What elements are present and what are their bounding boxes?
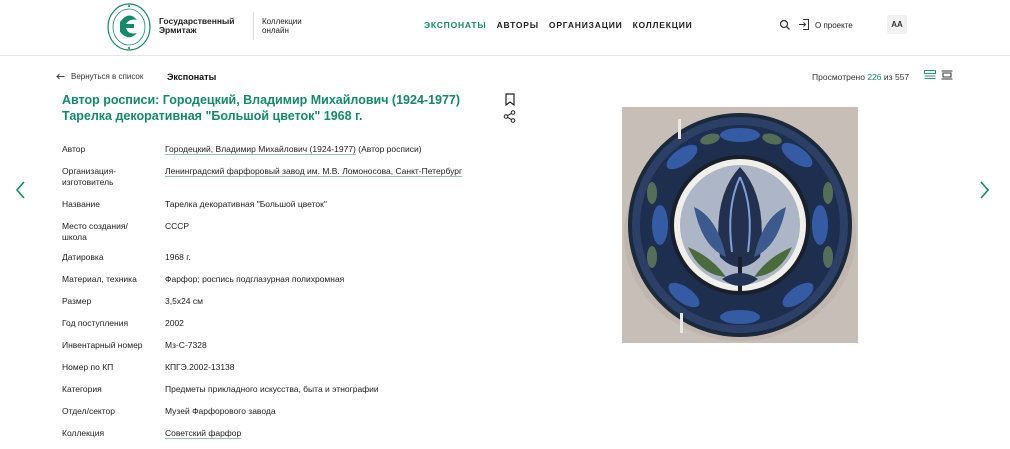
property-value: СССР — [165, 221, 190, 231]
property-value: Фарфор; роспись подглазурная полихромная — [165, 274, 345, 284]
search-icon[interactable] — [779, 19, 791, 31]
site-header: Государственный Эрмитаж Коллекции онлайн… — [0, 0, 1010, 56]
plate-illustration — [622, 107, 858, 343]
chevron-left-icon[interactable] — [14, 180, 26, 200]
property-label: Материал, техника — [62, 274, 137, 284]
property-value: Мз-С-7328 — [165, 340, 207, 350]
nav-collections[interactable]: КОЛЛЕКЦИИ — [633, 20, 693, 30]
viewed-current: 226 — [867, 72, 882, 82]
section-title: Экспонаты — [167, 72, 217, 82]
collections-line2: онлайн — [262, 26, 289, 35]
about-link[interactable]: О проекте — [815, 21, 853, 30]
item-title-name: Тарелка декоративная "Большой цветок" 19… — [62, 108, 363, 123]
property-value: Тарелка декоративная "Большой цветок" — [165, 199, 327, 209]
viewed-counter: Просмотрено 226 из 557 — [812, 72, 909, 82]
bookmark-icon[interactable] — [505, 93, 515, 106]
login-icon[interactable] — [798, 18, 810, 31]
nav-exhibits[interactable]: ЭКСПОНАТЫ — [424, 20, 487, 30]
nav-organizations[interactable]: ОРГАНИЗАЦИИ — [549, 20, 623, 30]
property-value: 3,5x24 см — [165, 296, 203, 306]
chevron-right-icon[interactable] — [979, 180, 991, 200]
collection-link[interactable]: Советский фарфор — [165, 428, 465, 439]
property-label: Автор — [62, 144, 86, 154]
list-view-icon[interactable] — [924, 70, 936, 80]
property-label: Номер по КП — [62, 362, 114, 372]
font-size-button[interactable]: AA — [887, 15, 907, 34]
author-link[interactable]: Городецкий, Владимир Михайлович (1924-19… — [165, 144, 356, 154]
viewed-mid: из — [883, 72, 893, 82]
viewed-prefix: Просмотрено — [812, 72, 865, 82]
property-label: Название — [62, 199, 100, 209]
property-label: Размер — [62, 296, 92, 306]
arrow-left-icon — [56, 73, 65, 80]
property-label: Инвентарный номер — [62, 340, 143, 350]
property-label: Место создания/ школа — [62, 221, 128, 242]
logo-text[interactable]: Государственный Эрмитаж — [159, 17, 235, 35]
nav-authors[interactable]: АВТОРЫ — [497, 20, 539, 30]
logo-text-line2: Эрмитаж — [159, 25, 197, 35]
main-nav: ЭКСПОНАТЫ АВТОРЫ ОРГАНИЗАЦИИ КОЛЛЕКЦИИ — [424, 20, 693, 30]
back-to-list-link[interactable]: Вернуться в список — [56, 72, 143, 81]
property-value: 1968 г. — [165, 252, 191, 262]
property-value: Предметы прикладного искусства, быта и э… — [165, 384, 379, 394]
back-label: Вернуться в список — [71, 72, 144, 81]
hermitage-logo[interactable] — [106, 2, 152, 52]
property-label: Категория — [62, 384, 102, 394]
property-label: Датировка — [62, 252, 104, 262]
organization-link[interactable]: Ленинградский фарфоровый завод им. М.В. … — [165, 166, 465, 177]
detail-view-icon[interactable] — [941, 70, 953, 80]
property-value: КПГЭ.2002-13138 — [165, 362, 235, 372]
property-value: 2002 — [165, 318, 184, 328]
item-title: Автор росписи: Городецкий, Владимир Миха… — [62, 93, 482, 124]
collections-online-label: Коллекции онлайн — [262, 17, 302, 35]
property-value: Музей Фарфорового завода — [165, 406, 276, 416]
property-label: Организация-изготовитель — [62, 166, 117, 187]
property-label: Коллекция — [62, 428, 105, 438]
exhibit-image[interactable] — [622, 107, 858, 343]
collections-line1: Коллекции — [262, 17, 302, 26]
property-label: Отдел/сектор — [62, 406, 115, 416]
author-role: (Автор росписи) — [355, 144, 422, 154]
property-label: Год поступления — [62, 318, 129, 328]
share-icon[interactable] — [503, 110, 516, 123]
item-title-author: Автор росписи: Городецкий, Владимир Миха… — [62, 93, 461, 107]
header-divider — [253, 12, 254, 40]
viewed-total: 557 — [894, 72, 910, 82]
property-value: Городецкий, Владимир Михайлович (1924-19… — [165, 144, 465, 155]
